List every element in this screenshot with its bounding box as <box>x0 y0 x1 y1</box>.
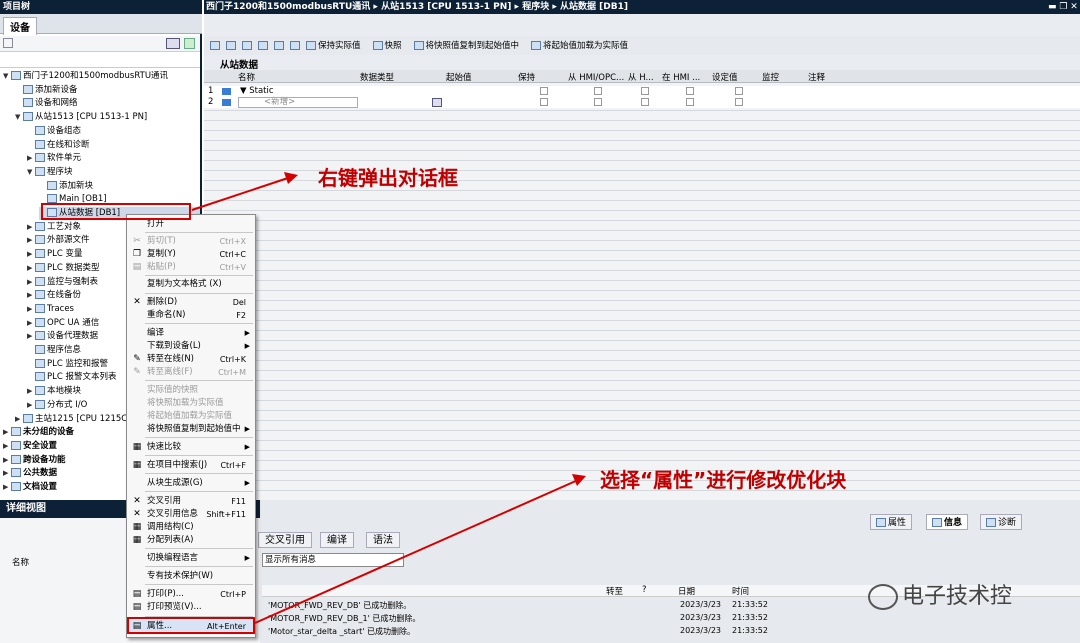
watermark: 电子技术控 <box>868 578 1012 610</box>
arrow-line-1 <box>191 177 289 211</box>
arrow-head-2 <box>572 474 586 486</box>
annotation-right-click: 右键弹出对话框 <box>318 166 458 190</box>
arrow-line-2 <box>254 479 579 624</box>
watermark-text: 电子技术控 <box>902 584 1013 609</box>
arrow-head-1 <box>284 172 298 184</box>
annotation-select-properties: 选择“属性”进行修改优化块 <box>600 468 847 492</box>
annotation-arrows <box>191 172 586 624</box>
wechat-logo-icon <box>868 584 898 610</box>
